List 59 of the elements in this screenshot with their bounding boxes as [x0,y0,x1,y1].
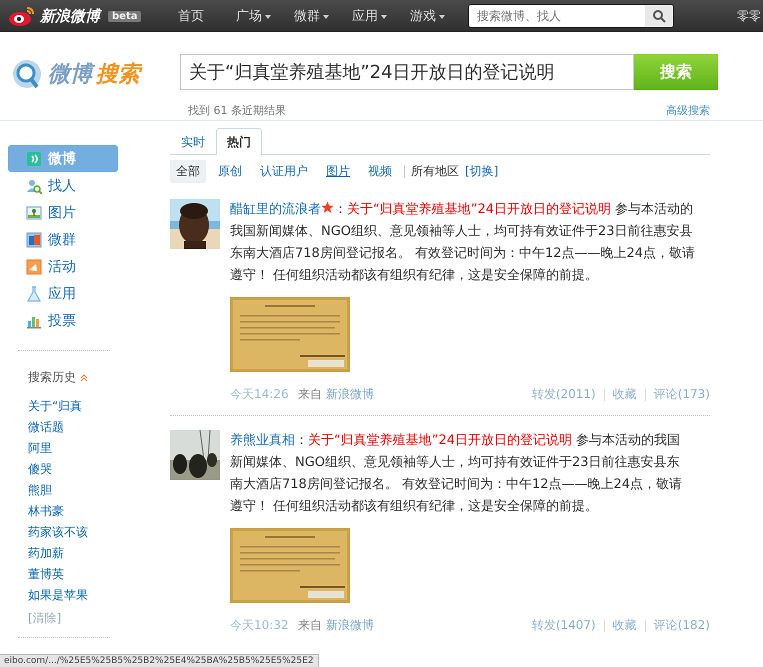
source-label: 来自 [298,617,322,634]
sidebar-icon [26,178,42,194]
sidebar-icon [26,286,42,302]
search-button[interactable] [645,5,673,27]
nav-item[interactable]: 广场 [236,7,294,25]
history-link[interactable]: 药家该不该 [28,522,88,543]
sidebar-item[interactable]: 活动 [8,253,118,280]
advanced-search-link[interactable]: 高级搜索 [666,102,710,120]
tab[interactable]: 实时 [170,128,216,155]
sidebar-item[interactable]: 投票 [8,307,118,334]
history-link[interactable]: 关于“归真 [28,396,82,417]
beta-badge: beta [108,10,142,22]
history-link[interactable]: 熊胆 [28,480,52,501]
history-link[interactable]: 阿里 [28,438,52,459]
history-title: 搜索历史 [28,369,76,386]
switch-link[interactable]: [切换] [465,163,498,180]
nav-search-field[interactable]: 搜索微博、找人 [468,4,674,28]
filter-link[interactable]: 全部 [170,160,206,183]
brand-logo[interactable]: 新浪微博 [40,6,100,26]
history-link[interactable]: 如果是苹果 [28,585,88,606]
post-text: 醋缸里的流浪者 ：关于“归真堂养殖基地”24日开放日的登记说明 参与本活动的我国新闻媒体、NGO组织、意见领袖等人士，均可持有效证件于23日前往惠安县东南大酒店718房间登记报名。 有效登记时间为：中午12点——晚上24点，敬请遵守！ 任何组织活动都该有组织有纪律，这是安全保障的前提。 [230,200,696,285]
filter-link[interactable]: 视频 [362,160,398,183]
collapse-icon[interactable] [80,374,88,381]
history-link[interactable]: 傻哭 [28,459,52,480]
nav-item[interactable]: 应用 [352,7,410,25]
post-text: 养熊业真相：关于“归真堂养殖基地”24日开放日的登记说明 参与本活动的我国新闻媒体、NGO组织、意见领袖等人士，均可持有效证件于23日前往惠安县东南大酒店718房间登记报名。 有效登记时间为：中午12点——晚上24点，敬请遵守！ 任何组织活动都该有组织有纪律，这是安全保障的前提。 [230,432,684,516]
sidebar-item[interactable]: 图片 [8,199,118,226]
source-link[interactable]: 新浪微博 [326,386,374,403]
author-link[interactable]: 醋缸里的流浪者 [230,202,321,217]
sidebar-icon [26,258,42,274]
search-field[interactable]: 关于“归真堂养殖基地”24日开放日的登记说明 [180,54,634,90]
source-link[interactable]: 新浪微博 [326,617,374,634]
region-label: 所有地区 [411,163,459,180]
history-link[interactable]: 药加薪 [28,543,64,564]
tab[interactable]: 热门 [216,128,262,155]
filter-link[interactable]: 原创 [212,160,248,183]
history-link[interactable]: 微话题 [28,417,64,438]
status-bar: eibo.com/.../%25E5%25B5%25B2%25E4%25BA%25B5%25E5%25E2 [0,654,319,667]
filter-link[interactable]: 图片 [320,160,356,183]
nav-item[interactable]: 游戏 [410,7,468,25]
sidebar-item[interactable]: 应用 [8,280,118,307]
logo-text: 搜索 [96,59,140,89]
eye-logo-icon [8,5,36,27]
search-icon [652,9,666,23]
author-link[interactable]: 养熊业真相 [230,433,295,448]
history-link[interactable]: 林书豪 [28,501,64,522]
user-name[interactable]: 零零 [737,8,761,24]
sidebar-icon [26,204,42,220]
sidebar-icon [26,150,42,166]
result-count: 找到 61 条近期结果 [188,102,286,118]
history-link[interactable]: 董博英 [28,564,64,585]
filter-link[interactable]: 认证用户 [254,160,314,183]
nav-item[interactable]: 首页 [178,7,236,25]
source-label: 来自 [298,386,322,403]
sidebar-item[interactable]: 微群 [8,226,118,253]
search-logo-icon [10,57,44,91]
sidebar-icon [26,232,42,248]
sidebar-item[interactable]: 找人 [8,172,118,199]
nav-item[interactable]: 微群 [294,7,352,25]
